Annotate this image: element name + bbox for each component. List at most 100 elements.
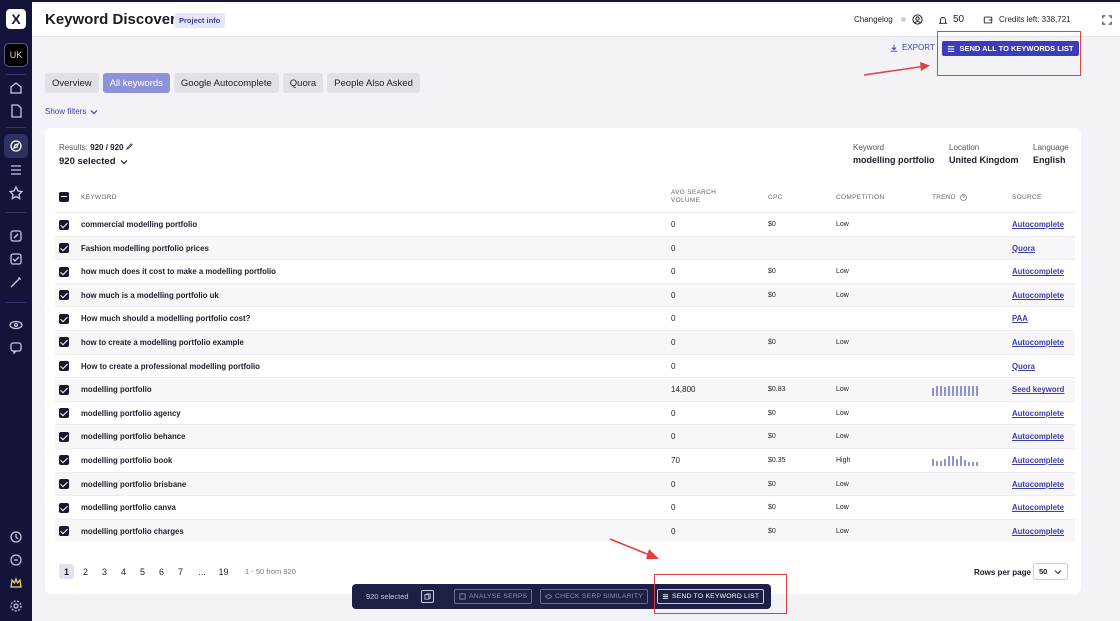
select-all-checkbox[interactable] <box>59 182 69 212</box>
table-row[interactable]: modelling portfolio 14,800 $0.83 Low Seed ke… <box>55 377 1075 401</box>
table-row[interactable]: modelling portfolio agency 0 $0 Low Autocomp… <box>55 400 1075 425</box>
table-row[interactable]: modelling portfolio canva 0 $0 Low Autocompl… <box>55 495 1075 519</box>
table-row[interactable]: How to create a professional modelling p… <box>55 353 1075 378</box>
source-link[interactable]: Autocomplete <box>1012 520 1064 543</box>
fullscreen-icon[interactable] <box>1102 2 1112 37</box>
row-checkbox[interactable] <box>59 449 69 472</box>
row-checkbox[interactable] <box>59 284 69 307</box>
chat-icon[interactable] <box>8 340 24 356</box>
tab-quora[interactable]: Quora <box>282 73 324 93</box>
keyword-cell: modelling portfolio canva <box>81 503 176 513</box>
page-7[interactable]: 7 <box>173 564 188 579</box>
column-source[interactable]: SOURCE <box>1012 182 1042 212</box>
table-row[interactable]: how much does it cost to make a modellin… <box>55 259 1075 283</box>
changelog-label: Changelog <box>854 15 893 24</box>
keyword-cell: How much should a modelling portfolio co… <box>81 314 251 324</box>
page-2[interactable]: 2 <box>78 564 93 579</box>
page-4[interactable]: 4 <box>116 564 131 579</box>
checklist-icon[interactable] <box>8 251 24 267</box>
source-link[interactable]: Autocomplete <box>1012 402 1064 425</box>
edit-icon[interactable] <box>8 228 24 244</box>
rows-per-page-select[interactable]: 50 <box>1033 563 1068 580</box>
column-avg-search-volume[interactable]: AVG SEARCH VOLUME <box>671 182 723 212</box>
star-icon[interactable] <box>8 185 24 201</box>
row-checkbox[interactable] <box>59 213 69 236</box>
table-row[interactable]: modelling portfolio behance 0 $0 Low Autocom… <box>55 424 1075 448</box>
tab-people-also-asked[interactable]: People Also Asked <box>327 73 420 93</box>
user-icon[interactable] <box>912 2 923 37</box>
row-checkbox[interactable] <box>59 378 69 401</box>
page-5[interactable]: 5 <box>135 564 150 579</box>
volume-cell: 0 <box>671 432 676 442</box>
changelog-link[interactable]: Changelog <box>854 2 906 37</box>
project-info-button[interactable]: Project info <box>174 13 226 28</box>
help-icon[interactable] <box>960 193 967 201</box>
puzzle-icon[interactable] <box>8 529 24 545</box>
source-link[interactable]: Autocomplete <box>1012 284 1064 307</box>
table-row[interactable]: How much should a modelling portfolio co… <box>55 306 1075 330</box>
source-link[interactable]: PAA <box>1012 307 1028 330</box>
tab-overview[interactable]: Overview <box>45 73 99 93</box>
column-cpc[interactable]: CPC <box>768 182 783 212</box>
row-checkbox[interactable] <box>59 402 69 425</box>
magic-wand-icon[interactable] <box>8 274 24 290</box>
source-link[interactable]: Autocomplete <box>1012 260 1064 283</box>
table-row[interactable]: Fashion modelling portfolio prices 0 Quora <box>55 235 1075 260</box>
row-checkbox[interactable] <box>59 520 69 543</box>
row-checkbox[interactable] <box>59 425 69 448</box>
table-row[interactable]: modelling portfolio charges 0 $0 Low Autocom… <box>55 518 1075 543</box>
edit-icon[interactable] <box>125 143 133 151</box>
export-button[interactable]: EXPORT <box>890 43 935 52</box>
cpc-cell: $0 <box>768 221 776 228</box>
row-checkbox[interactable] <box>59 260 69 283</box>
table-row[interactable]: how much is a modelling portfolio uk 0 $0 L… <box>55 282 1075 307</box>
page-1[interactable]: 1 <box>59 564 74 579</box>
home-icon[interactable] <box>8 80 24 96</box>
page-3[interactable]: 3 <box>97 564 112 579</box>
source-link[interactable]: Autocomplete <box>1012 496 1064 519</box>
source-link[interactable]: Autocomplete <box>1012 213 1064 236</box>
source-link[interactable]: Autocomplete <box>1012 449 1064 472</box>
table-row[interactable]: modelling portfolio book 70 $0.35 High Autoc… <box>55 447 1075 472</box>
source-link[interactable]: Autocomplete <box>1012 425 1064 448</box>
eye-icon[interactable] <box>8 317 24 333</box>
tab-all-keywords[interactable]: All keywords <box>102 73 170 93</box>
workspace-avatar[interactable]: UK <box>4 43 28 67</box>
row-checkbox[interactable] <box>59 496 69 519</box>
analyse-serps-button[interactable]: ANALYSE SERPS <box>454 589 533 604</box>
page-19[interactable]: 19 <box>216 564 231 579</box>
row-checkbox[interactable] <box>59 355 69 378</box>
row-checkbox[interactable] <box>59 307 69 330</box>
list-icon[interactable] <box>8 162 24 178</box>
support-icon[interactable] <box>8 552 24 568</box>
app-logo[interactable]: X <box>6 9 26 29</box>
show-filters-toggle[interactable]: Show filters <box>45 107 98 116</box>
cpc-cell: $0 <box>768 433 776 441</box>
source-link[interactable]: Autocomplete <box>1012 331 1064 354</box>
copy-icon[interactable] <box>420 590 434 603</box>
source-link[interactable]: Quora <box>1012 355 1035 378</box>
source-link[interactable]: Autocomplete <box>1012 473 1064 496</box>
check-serp-similarity-button[interactable]: CHECK SERP SIMILARITY <box>540 589 648 604</box>
table-row[interactable]: how to create a modelling portfolio exam… <box>55 329 1075 354</box>
row-checkbox[interactable] <box>59 237 69 260</box>
column-competition[interactable]: COMPETITION <box>836 182 884 212</box>
crown-icon[interactable] <box>8 575 24 591</box>
table-row[interactable]: modelling portfolio brisbane 0 $0 Low Autoco… <box>55 471 1075 496</box>
column-keyword[interactable]: KEYWORD <box>81 182 117 212</box>
page-6[interactable]: 6 <box>154 564 169 579</box>
tab-google-autocomplete[interactable]: Google Autocomplete <box>173 73 279 93</box>
row-checkbox[interactable] <box>59 331 69 354</box>
selection-dropdown[interactable]: 920 selected <box>59 156 128 167</box>
competition-cell: Low <box>836 268 849 276</box>
row-checkbox[interactable] <box>59 473 69 496</box>
changelog-toggle[interactable] <box>900 17 906 22</box>
document-icon[interactable] <box>8 103 24 119</box>
table-row[interactable]: commercial modelling portfolio 0 $0 Low Auto… <box>55 212 1075 236</box>
column-trend[interactable]: TREND <box>932 182 967 212</box>
source-link[interactable]: Seed keyword <box>1012 378 1064 401</box>
competition-cell: Low <box>836 480 849 488</box>
compass-icon[interactable] <box>4 134 28 158</box>
source-link[interactable]: Quora <box>1012 237 1035 260</box>
settings-icon[interactable] <box>8 598 24 614</box>
